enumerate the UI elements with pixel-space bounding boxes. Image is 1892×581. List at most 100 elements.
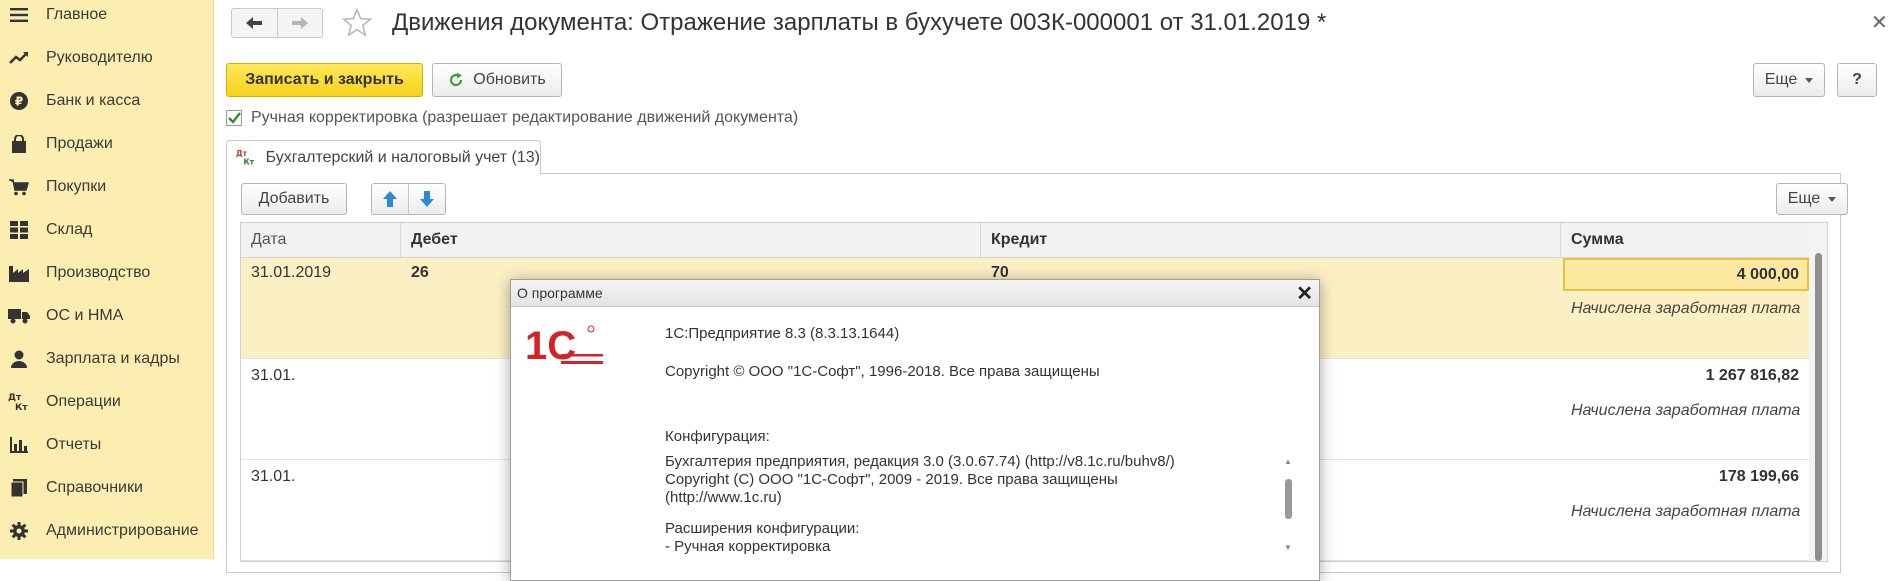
back-button[interactable] — [232, 9, 277, 37]
cell-sum[interactable]: 4 000,00 — [1563, 258, 1809, 291]
sidebar-item-salary[interactable]: Зарплата и кадры — [0, 337, 213, 380]
refresh-button[interactable]: Обновить — [432, 63, 562, 97]
move-up-button[interactable] — [372, 184, 408, 214]
help-button[interactable]: ? — [1837, 63, 1877, 97]
help-label: ? — [1852, 71, 1862, 88]
dt-kt-icon: Дт Кт — [236, 149, 255, 166]
column-header-sum[interactable]: Сумма — [1561, 223, 1811, 257]
sidebar-item-label: Производство — [46, 263, 151, 281]
table-scrollbar[interactable] — [1809, 223, 1827, 561]
extensions-header: Расширения конфигурации: — [665, 520, 860, 537]
cell-note: Начислена заработная плата — [1571, 402, 1801, 419]
refresh-icon — [450, 72, 463, 87]
forward-button[interactable] — [276, 9, 323, 37]
bag-icon — [8, 133, 30, 155]
dialog-body: 1С 1С:Предприятие 8.3 (8.3.13.1644) Copy… — [511, 307, 1319, 580]
main-area: Движения документа: Отражение зарплаты в… — [214, 0, 1892, 581]
sidebar-item-catalogs[interactable]: Справочники — [0, 466, 213, 509]
table-more-button[interactable]: Еще — [1776, 183, 1848, 215]
cell-debit: 26 — [411, 264, 429, 281]
svg-text:Кт: Кт — [15, 403, 28, 412]
arrow-left-icon — [246, 17, 263, 29]
sidebar: Главное Руководителю ₽ Банк и касса Прод… — [0, 0, 214, 559]
version-text: 1С:Предприятие 8.3 (8.3.13.1644) — [665, 325, 900, 342]
sidebar-item-assets[interactable]: ОС и НМА — [0, 294, 213, 337]
sidebar-item-label: Справочники — [46, 478, 143, 496]
sidebar-item-reports[interactable]: Отчеты — [0, 423, 213, 466]
sidebar-item-label: Операции — [46, 392, 121, 410]
add-label: Добавить — [258, 190, 330, 207]
tab-label: Бухгалтерский и налоговый учет (13) — [265, 148, 540, 166]
sidebar-item-label: ОС и НМА — [46, 306, 124, 324]
cell-sum: 1 267 816,82 — [1705, 367, 1799, 384]
manual-correction-checkbox[interactable] — [226, 110, 242, 126]
column-header-debit[interactable]: Дебет — [401, 223, 981, 257]
add-button[interactable]: Добавить — [241, 183, 347, 215]
move-buttons — [371, 183, 446, 215]
svg-text:Дт: Дт — [8, 393, 22, 403]
1c-logo: 1С — [525, 323, 605, 372]
more-label: Еще — [1764, 71, 1798, 88]
star-icon — [341, 7, 373, 37]
arrow-down-icon — [420, 191, 434, 207]
config-line: (http://www.1c.ru) — [665, 489, 782, 506]
sidebar-item-label: Зарплата и кадры — [46, 349, 180, 367]
book-icon — [8, 477, 30, 499]
factory-icon — [8, 262, 30, 284]
sidebar-item-operations[interactable]: Дт Кт Операции — [0, 380, 213, 423]
close-icon[interactable]: ✕ — [1296, 281, 1313, 306]
trend-icon — [8, 47, 30, 69]
person-icon — [8, 348, 30, 370]
sidebar-item-label: Отчеты — [46, 435, 102, 453]
cart-icon — [8, 176, 30, 198]
arrow-up-icon — [383, 191, 397, 207]
chevron-down-icon — [1805, 77, 1814, 83]
manual-correction-row: Ручная корректировка (разрешает редактир… — [226, 109, 798, 127]
chevron-down-icon — [1828, 196, 1837, 202]
manual-correction-label: Ручная корректировка (разрешает редактир… — [251, 109, 799, 126]
warehouse-icon — [8, 219, 30, 241]
table-more-label: Еще — [1787, 190, 1821, 207]
sidebar-item-label: Склад — [46, 220, 93, 238]
history-nav — [231, 8, 323, 38]
tab-accounting[interactable]: Дт Кт Бухгалтерский и налоговый учет (13… — [226, 140, 541, 174]
sidebar-item-label: Продажи — [46, 134, 113, 152]
move-down-button[interactable] — [408, 184, 445, 214]
save-and-close-button[interactable]: Записать и закрыть — [226, 63, 423, 97]
favorite-star-button[interactable] — [341, 7, 373, 42]
dialog-title: О программе — [517, 285, 603, 301]
sidebar-item-production[interactable]: Производство — [0, 251, 213, 294]
ruble-icon: ₽ — [8, 90, 30, 112]
sidebar-item-label: Администрирование — [46, 521, 199, 539]
scrollbar-thumb[interactable] — [1815, 253, 1822, 561]
scrollbar-thumb[interactable] — [1285, 479, 1292, 519]
config-line: Бухгалтерия предприятия, редакция 3.0 (3… — [665, 453, 1175, 470]
sidebar-item-manager[interactable]: Руководителю — [0, 36, 213, 79]
close-icon[interactable]: ✕ — [1871, 10, 1888, 35]
gear-icon — [8, 520, 30, 542]
dialog-titlebar[interactable]: О программе ✕ — [511, 280, 1319, 307]
sidebar-item-label: Главное — [46, 5, 108, 23]
column-header-credit[interactable]: Кредит — [981, 223, 1561, 257]
cell-sum: 178 199,66 — [1718, 468, 1799, 485]
menu-icon — [8, 4, 30, 26]
dialog-scrollbar[interactable]: ▲ ▼ — [1283, 457, 1293, 555]
sidebar-item-sales[interactable]: Продажи — [0, 122, 213, 165]
extension-item: - Ручная корректировка — [665, 538, 831, 555]
cell-date: 31.01. — [251, 468, 296, 485]
svg-text:₽: ₽ — [15, 94, 23, 108]
sidebar-item-purchases[interactable]: Покупки — [0, 165, 213, 208]
sidebar-item-admin[interactable]: Администрирование — [0, 509, 213, 552]
sidebar-item-label: Покупки — [46, 177, 107, 195]
config-header: Конфигурация: — [665, 428, 770, 445]
about-dialog: О программе ✕ 1С 1С:Предприятие 8.3 (8.3… — [510, 279, 1320, 581]
sidebar-item-label: Руководителю — [46, 48, 153, 66]
arrow-right-icon — [291, 17, 308, 29]
sidebar-item-warehouse[interactable]: Склад — [0, 208, 213, 251]
table-header: Дата Дебет Кредит Сумма — [241, 223, 1809, 258]
sidebar-item-bank[interactable]: ₽ Банк и касса — [0, 79, 213, 122]
checkmark-icon — [227, 112, 241, 124]
sidebar-item-main[interactable]: Главное — [0, 0, 213, 36]
more-button[interactable]: Еще — [1753, 63, 1825, 97]
column-header-date[interactable]: Дата — [241, 223, 401, 257]
